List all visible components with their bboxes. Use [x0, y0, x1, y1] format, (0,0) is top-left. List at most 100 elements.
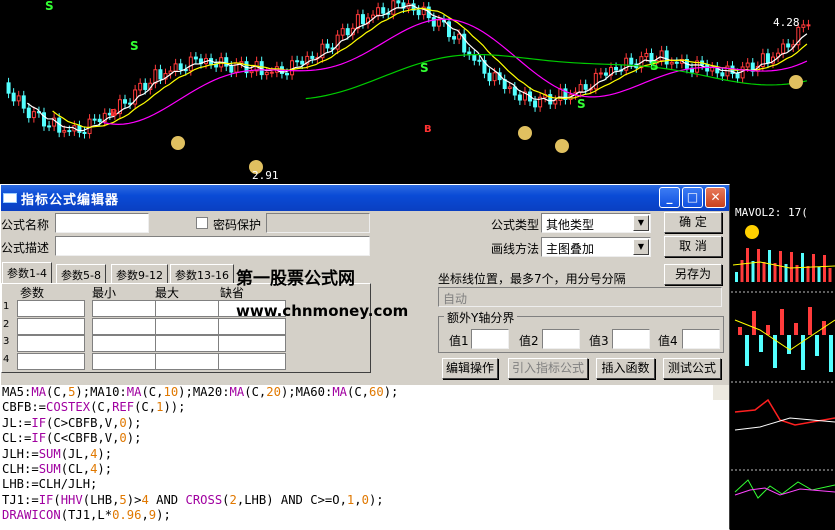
coord-line-input[interactable]: 自动: [438, 287, 722, 307]
macd-bar: [794, 323, 798, 335]
low-price-label: 2.91: [252, 169, 279, 182]
candle-body: [507, 86, 512, 90]
sell-signal-icon: S: [45, 0, 54, 13]
params-panel: 参数 最小 最大 缺省 1234: [1, 283, 371, 373]
candle-body: [376, 7, 381, 16]
window-title: 指标公式编辑器: [21, 193, 120, 208]
volume-bar: [773, 263, 777, 282]
moving-average-line: [26, 4, 808, 132]
draw-method-select[interactable]: 主图叠加 ▼: [541, 237, 651, 257]
cancel-button[interactable]: 取 消: [664, 236, 722, 257]
param-default-input[interactable]: [218, 352, 286, 370]
formula-code-editor[interactable]: MA5:MA(C,5);MA10:MA(C,10);MA20:MA(C,20);…: [1, 385, 729, 530]
value1-input[interactable]: [471, 329, 509, 349]
formula-editor-window: 指标公式编辑器 _ □ ✕ 公式名称 密码保护 公式类型 其他类型 ▼ 确 定 …: [0, 184, 730, 530]
candle-body: [178, 63, 183, 71]
param-default-input[interactable]: [218, 335, 286, 352]
formula-desc-input[interactable]: [55, 236, 370, 256]
param-name-input[interactable]: [17, 300, 85, 317]
param-max-input[interactable]: [155, 352, 223, 370]
vertical-scrollbar[interactable]: [713, 385, 729, 401]
ok-button[interactable]: 确 定: [664, 212, 722, 233]
candle-body: [492, 72, 497, 82]
candle-body: [285, 72, 289, 76]
chevron-down-icon[interactable]: ▼: [633, 239, 649, 255]
oscillator-line: [734, 479, 835, 499]
code-line: CL:=IF(C<CBFB,V,0);: [2, 431, 142, 446]
param-min-input[interactable]: [92, 352, 160, 370]
candle-body: [138, 82, 143, 91]
tab-params-1-4[interactable]: 参数1-4: [2, 262, 52, 284]
param-max-input[interactable]: [155, 335, 223, 352]
formula-name-label: 公式名称: [1, 218, 50, 232]
param-max-input[interactable]: [155, 317, 223, 335]
import-indicator-button[interactable]: 引入指标公式: [508, 358, 588, 379]
candle-body: [472, 54, 477, 61]
candle-body: [16, 95, 21, 102]
test-formula-button[interactable]: 测试公式: [663, 358, 721, 379]
volume-bar: [806, 266, 810, 282]
insert-function-button[interactable]: 插入函数: [596, 358, 655, 379]
close-button[interactable]: ✕: [705, 187, 726, 208]
formula-type-select[interactable]: 其他类型 ▼: [541, 213, 651, 233]
candle-body: [593, 72, 598, 90]
edit-operation-button[interactable]: 编辑操作: [442, 358, 498, 379]
candle-body: [42, 112, 46, 127]
smiley-icon: [745, 225, 759, 239]
macd-bar: [808, 307, 812, 335]
chevron-down-icon[interactable]: ▼: [633, 215, 649, 231]
extra-y-axis-title: 额外Y轴分界: [444, 309, 518, 326]
tab-params-5-8[interactable]: 参数5-8: [56, 264, 106, 283]
candle-body: [300, 60, 305, 65]
candle-body: [644, 52, 649, 58]
value2-input[interactable]: [542, 329, 580, 349]
candle-body: [269, 71, 274, 74]
volume-bar: [757, 249, 760, 282]
maximize-button[interactable]: □: [682, 187, 703, 208]
macd-bar: [766, 325, 770, 335]
code-line: CBFB:=COSTEX(C,REF(C,1));: [2, 400, 186, 415]
formula-name-input[interactable]: [55, 213, 149, 233]
candle-body: [82, 131, 87, 135]
macd-bar: [829, 335, 833, 372]
window-icon: [3, 193, 17, 203]
param-name-input[interactable]: [17, 352, 85, 370]
money-bag-icon: [171, 136, 185, 150]
candle-body: [669, 61, 674, 65]
candle-body: [143, 82, 148, 90]
title-bar[interactable]: 指标公式编辑器 _ □ ✕: [1, 185, 729, 211]
volume-bar: [812, 254, 815, 282]
candle-body: [67, 130, 72, 133]
money-bag-icon: [555, 139, 569, 153]
tab-params-9-12[interactable]: 参数9-12: [111, 264, 168, 283]
param-min-input[interactable]: [92, 317, 160, 335]
param-name-input[interactable]: [17, 335, 85, 352]
value3-input[interactable]: [612, 329, 650, 349]
password-checkbox[interactable]: [196, 217, 208, 229]
candle-body: [781, 43, 786, 54]
param-min-input[interactable]: [92, 300, 160, 317]
param-default-input[interactable]: [218, 317, 286, 335]
param-min-input[interactable]: [92, 335, 160, 352]
param-name-input[interactable]: [17, 317, 85, 335]
candle-body: [290, 60, 295, 76]
value4-input[interactable]: [682, 329, 720, 349]
candle-body: [735, 72, 740, 79]
candle-body: [578, 84, 583, 93]
candle-body: [47, 125, 52, 128]
save-as-button[interactable]: 另存为: [664, 264, 722, 285]
volume-bar: [828, 268, 832, 282]
draw-method-value: 主图叠加: [546, 242, 595, 256]
candle-body: [77, 125, 82, 133]
minimize-button[interactable]: _: [659, 187, 680, 208]
volume-bar: [740, 260, 744, 282]
candle-body: [533, 100, 538, 108]
code-line: CLH:=SUM(CL,4);: [2, 461, 113, 476]
candle-body: [173, 63, 178, 72]
candle-body: [517, 94, 522, 101]
tab-params-13-16[interactable]: 参数13-16: [170, 264, 234, 283]
candle-body: [158, 69, 163, 80]
candle-body: [355, 14, 360, 29]
param-max-input[interactable]: [155, 300, 223, 317]
candle-body: [674, 61, 679, 64]
